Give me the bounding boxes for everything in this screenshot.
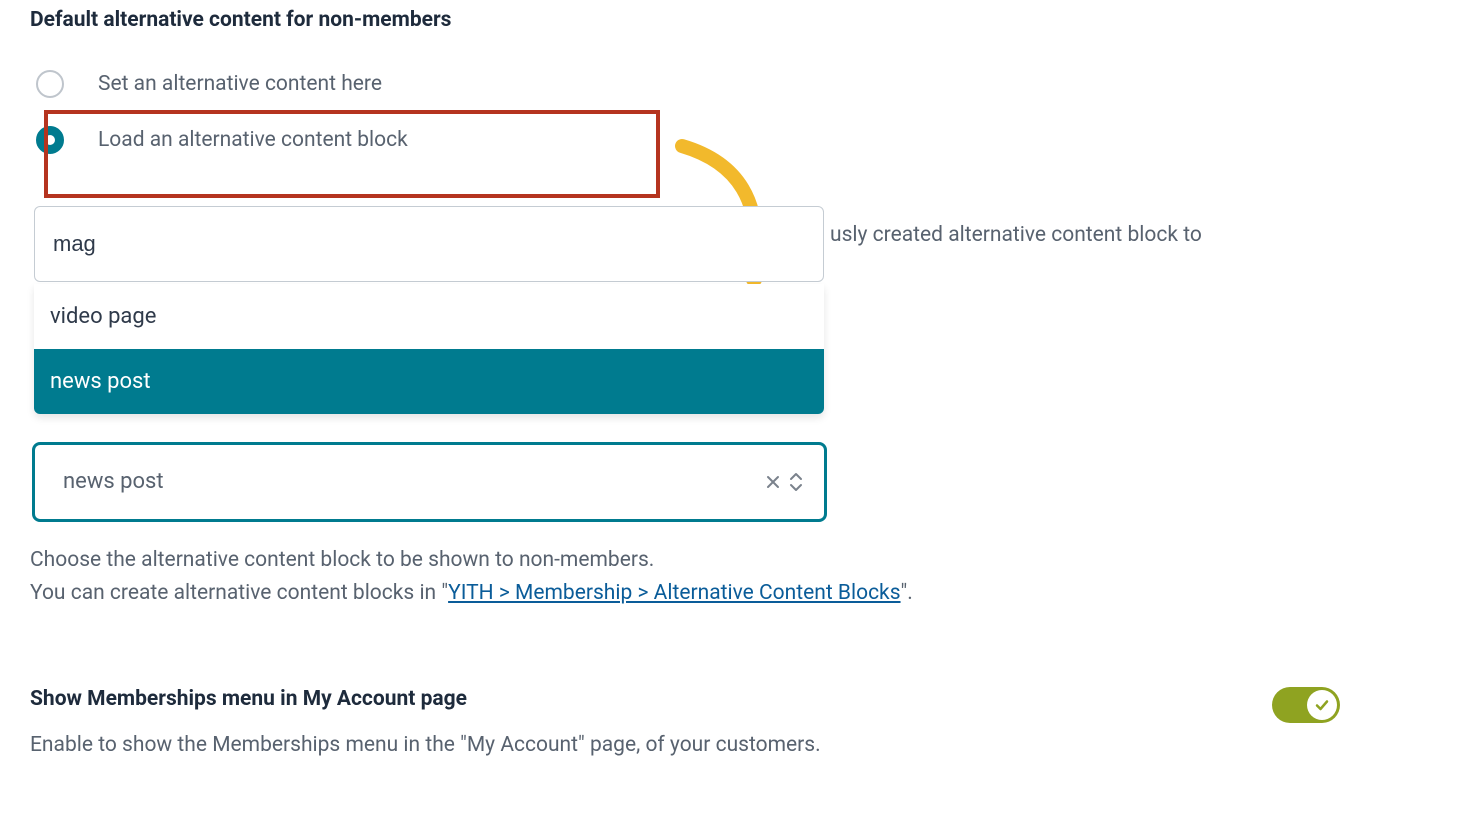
- chevron-updown-icon[interactable]: [788, 471, 804, 493]
- radio-icon: [36, 70, 64, 98]
- show-memberships-setting: Show Memberships menu in My Account page…: [30, 687, 1340, 757]
- help-line-1: Choose the alternative content block to …: [30, 544, 1440, 578]
- alternative-content-blocks-link[interactable]: YITH > Membership > Alternative Content …: [448, 581, 900, 605]
- clear-icon[interactable]: [766, 475, 780, 489]
- check-icon: [1314, 697, 1330, 713]
- selected-content-block-select[interactable]: news post: [32, 442, 827, 522]
- search-dropdown: video page news post: [34, 284, 824, 414]
- section-title: Default alternative content for non-memb…: [30, 8, 1440, 32]
- search-input[interactable]: [34, 206, 824, 282]
- help-line-2: You can create alternative content block…: [30, 577, 1440, 611]
- radio-label: Load an alternative content block: [98, 128, 408, 152]
- dropdown-item-news-post[interactable]: news post: [34, 349, 824, 414]
- setting-title: Show Memberships menu in My Account page: [30, 687, 1272, 711]
- radio-icon: [36, 126, 64, 154]
- toggle-knob: [1307, 690, 1337, 720]
- show-memberships-toggle[interactable]: [1272, 687, 1340, 723]
- help-text: Choose the alternative content block to …: [30, 544, 1440, 611]
- content-block-search: video page news post: [30, 206, 830, 282]
- description-text-partial: usly created alternative content block t…: [830, 220, 1350, 252]
- select-controls: [766, 471, 804, 493]
- dropdown-item-video-page[interactable]: video page: [34, 284, 824, 349]
- radio-group: Set an alternative content here Load an …: [30, 56, 1440, 168]
- selected-block-value: news post: [63, 469, 164, 494]
- radio-label: Set an alternative content here: [98, 72, 382, 96]
- radio-option-set-content[interactable]: Set an alternative content here: [30, 56, 1440, 112]
- radio-option-load-block[interactable]: Load an alternative content block: [30, 112, 1440, 168]
- setting-description: Enable to show the Memberships menu in t…: [30, 733, 1272, 757]
